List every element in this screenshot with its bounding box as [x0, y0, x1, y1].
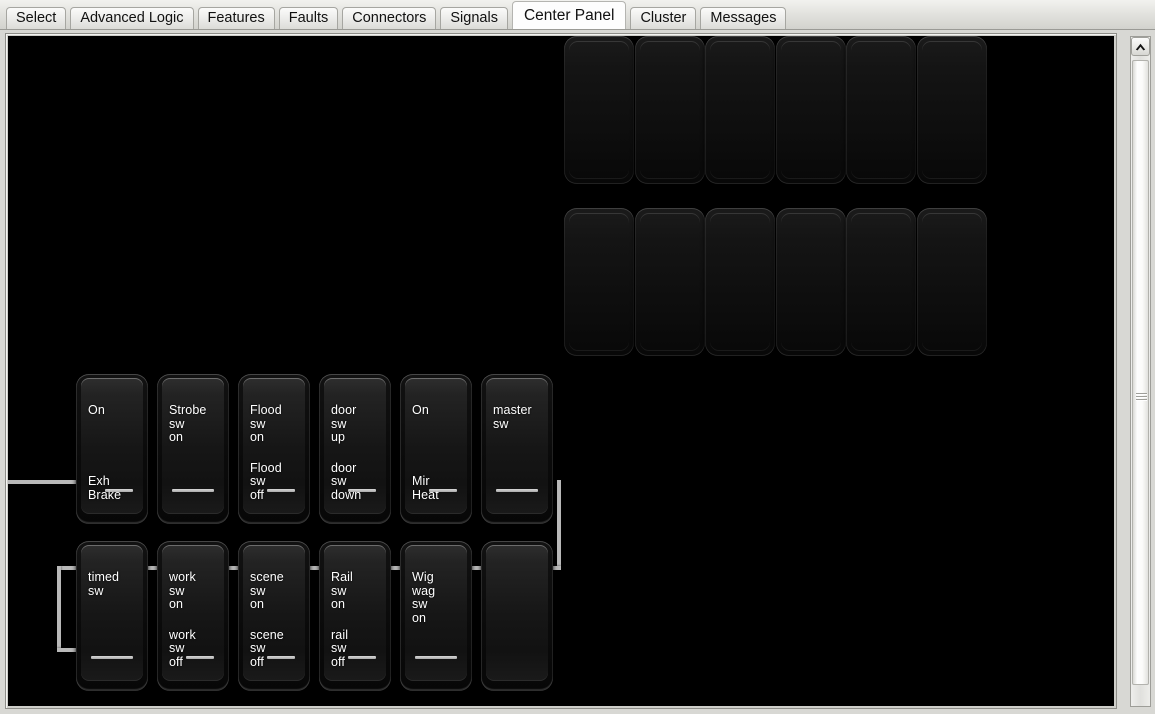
- tab-label: Cluster: [640, 10, 687, 27]
- rocker-top-label: Strobe sw on: [169, 403, 207, 444]
- tab-label: Faults: [288, 10, 329, 27]
- tab-connectors[interactable]: Connectors: [342, 7, 437, 29]
- rocker-switch-wig-wag-sw-on[interactable]: Wig wag sw on: [400, 541, 472, 691]
- rocker-switch-work-sw-on[interactable]: work sw on work sw off: [157, 541, 229, 691]
- rocker-divider-bar: [186, 656, 214, 659]
- rocker-top-label: Wig wag sw on: [412, 570, 436, 625]
- scrollbar-thumb[interactable]: [1132, 60, 1149, 685]
- rocker-switch-flood-sw-on[interactable]: Flood sw on Flood sw off: [238, 374, 310, 524]
- rocker-switch-blank[interactable]: [481, 541, 553, 691]
- empty-switch-slot[interactable]: [634, 36, 705, 184]
- vertical-scrollbar[interactable]: [1130, 36, 1151, 707]
- rocker-face: timed sw: [81, 545, 143, 681]
- empty-switch-slot[interactable]: [846, 208, 916, 356]
- tab-strip: Select Advanced Logic Features Faults Connec…: [0, 0, 1155, 30]
- rocker-top-label: Rail sw on: [331, 570, 353, 611]
- rocker-divider-bar: [91, 656, 133, 659]
- rocker-face: work sw on work sw off: [162, 545, 224, 681]
- rocker-switch-timed-sw[interactable]: timed sw: [76, 541, 148, 691]
- tab-center-panel[interactable]: Center Panel: [511, 1, 627, 29]
- rocker-bottom-label: scene sw off: [250, 627, 284, 669]
- rocker-top-label: master sw: [493, 403, 532, 431]
- rocker-divider-bar: [267, 656, 295, 659]
- empty-switch-slot[interactable]: [705, 208, 775, 356]
- rocker-switch-door-sw-up[interactable]: door sw up door sw down: [319, 374, 391, 524]
- rocker-face: Wig wag sw on: [405, 545, 467, 681]
- scrollbar-grip-icon: [1136, 393, 1147, 402]
- empty-switch-slot[interactable]: [916, 208, 987, 356]
- tab-label: Messages: [710, 10, 777, 27]
- tab-cluster[interactable]: Cluster: [630, 7, 697, 29]
- tab-label: Advanced Logic: [80, 10, 184, 27]
- rocker-face: master sw: [486, 378, 548, 514]
- application-window: Select Advanced Logic Features Faults Connec…: [0, 0, 1155, 714]
- rocker-divider-bar: [496, 489, 538, 492]
- rocker-top-label: On: [412, 403, 429, 417]
- chevron-up-icon: [1135, 43, 1146, 51]
- empty-switch-slot[interactable]: [775, 36, 846, 184]
- rocker-switch-master-sw[interactable]: master sw: [481, 374, 553, 524]
- rocker-switch-on[interactable]: On Exh Brake: [76, 374, 148, 524]
- tab-signals[interactable]: Signals: [440, 7, 508, 29]
- rocker-top-label: scene sw on: [250, 570, 284, 611]
- wire-left-vertical: [57, 566, 61, 652]
- empty-switch-slot[interactable]: [705, 36, 775, 184]
- tab-label: Signals: [450, 10, 498, 27]
- empty-switch-slot[interactable]: [564, 36, 634, 184]
- empty-switch-slot[interactable]: [846, 36, 916, 184]
- rocker-face: On Exh Brake: [81, 378, 143, 514]
- rocker-divider-bar: [105, 489, 133, 492]
- tab-advanced-logic[interactable]: Advanced Logic: [70, 7, 194, 29]
- rocker-switch-scene-sw-on[interactable]: scene sw on scene sw off: [238, 541, 310, 691]
- rocker-bottom-label: work sw off: [169, 627, 196, 669]
- center-panel-frame: On Exh Brake Strobe sw on Flood sw on Flood …: [5, 33, 1117, 709]
- empty-switch-slot[interactable]: [634, 208, 705, 356]
- tab-label: Connectors: [352, 10, 427, 27]
- rocker-face: Flood sw on Flood sw off: [243, 378, 305, 514]
- rocker-face: Rail sw on rail sw off: [324, 545, 386, 681]
- rocker-switch-on[interactable]: On Mir Heat: [400, 374, 472, 524]
- wire-left-stub: [8, 480, 82, 484]
- rocker-bottom-label: Flood sw off: [250, 460, 282, 502]
- rocker-top-label: timed sw: [88, 570, 120, 598]
- tab-messages[interactable]: Messages: [700, 7, 787, 29]
- rocker-bottom-label: door sw down: [331, 460, 362, 502]
- rocker-face: scene sw on scene sw off: [243, 545, 305, 681]
- rocker-top-label: Flood sw on: [250, 403, 282, 444]
- center-panel-canvas[interactable]: On Exh Brake Strobe sw on Flood sw on Flood …: [8, 36, 1114, 706]
- rocker-divider-bar: [267, 489, 295, 492]
- empty-switch-slot[interactable]: [916, 36, 987, 184]
- rocker-divider-bar: [429, 489, 457, 492]
- rocker-top-label: On: [88, 403, 105, 417]
- rocker-top-label: door sw up: [331, 403, 357, 444]
- rocker-bottom-label: rail sw off: [331, 627, 349, 669]
- rocker-divider-bar: [348, 489, 376, 492]
- tab-features[interactable]: Features: [197, 7, 275, 29]
- rocker-top-label: work sw on: [169, 570, 196, 611]
- rocker-face: On Mir Heat: [405, 378, 467, 514]
- tab-label: Select: [16, 10, 57, 27]
- tab-select[interactable]: Select: [6, 7, 67, 29]
- tab-label: Features: [207, 10, 265, 27]
- tab-faults[interactable]: Faults: [278, 7, 339, 29]
- tab-label: Center Panel: [523, 6, 615, 24]
- rocker-divider-bar: [172, 489, 214, 492]
- empty-switch-slot[interactable]: [564, 208, 634, 356]
- scroll-up-button[interactable]: [1131, 37, 1150, 56]
- rocker-face: door sw up door sw down: [324, 378, 386, 514]
- rocker-divider-bar: [348, 656, 376, 659]
- rocker-face: [486, 545, 548, 681]
- wire-right-vertical: [557, 480, 561, 570]
- rocker-switch-strobe-sw-on[interactable]: Strobe sw on: [157, 374, 229, 524]
- rocker-divider-bar: [415, 656, 457, 659]
- empty-switch-slot[interactable]: [775, 208, 846, 356]
- rocker-switch-rail-sw-on[interactable]: Rail sw on rail sw off: [319, 541, 391, 691]
- rocker-face: Strobe sw on: [162, 378, 224, 514]
